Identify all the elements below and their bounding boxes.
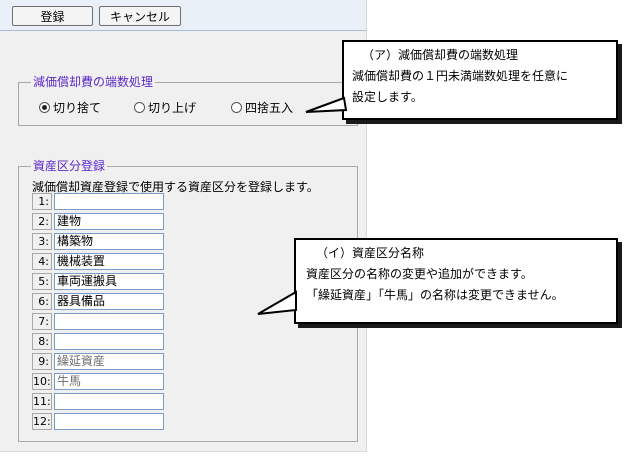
callout-asset-name-pointer [257, 290, 297, 315]
radio-round-half-up-label: 四捨五入 [245, 101, 294, 115]
asset-category-number: 1: [32, 193, 52, 210]
asset-category-row: 2: 建物 [32, 213, 164, 230]
radio-round-half-up[interactable]: 四捨五入 [231, 99, 293, 116]
asset-category-number: 8: [32, 333, 52, 350]
callout-rounding-line2: 設定します。 [352, 90, 423, 104]
radio-unselected-icon[interactable] [231, 102, 242, 113]
radio-round-up-label: 切り上げ [148, 101, 197, 115]
asset-category-row: 5: 車両運搬具 [32, 273, 164, 290]
asset-category-row: 7: [32, 313, 164, 330]
toolbar: 登録 キャンセル [0, 0, 366, 31]
asset-category-number: 11: [32, 393, 52, 410]
asset-category-name-field[interactable] [54, 393, 164, 410]
callout-asset-name-title: （イ）資産区分名称 [316, 246, 425, 260]
radio-round-up[interactable]: 切り上げ [134, 99, 196, 116]
asset-category-number: 10: [32, 373, 52, 390]
callout-rounding-pointer [305, 96, 348, 113]
asset-category-row: 3: 構築物 [32, 233, 164, 250]
asset-category-number: 7: [32, 313, 52, 330]
asset-category-row: 11: [32, 393, 164, 410]
register-button[interactable]: 登録 [12, 6, 93, 26]
radio-round-down[interactable]: 切り捨て [39, 99, 101, 116]
asset-category-row: 1: [32, 193, 164, 210]
asset-category-number: 2: [32, 213, 52, 230]
asset-category-number: 9: [32, 353, 52, 370]
asset-category-name-field[interactable]: 牛馬 [54, 373, 164, 390]
asset-category-name-field[interactable]: 車両運搬具 [54, 273, 164, 290]
asset-category-row: 4: 機械装置 [32, 253, 164, 270]
radio-unselected-icon[interactable] [134, 102, 145, 113]
callout-rounding-title: （ア）減価償却費の端数処理 [362, 48, 519, 62]
callout-rounding-line1: 減価償却費の１円未満端数処理を任意に [352, 69, 569, 83]
asset-category-number: 3: [32, 233, 52, 250]
asset-category-name-field[interactable]: 構築物 [54, 233, 164, 250]
asset-category-number: 12: [32, 413, 52, 430]
cancel-button[interactable]: キャンセル [99, 6, 181, 26]
asset-category-name-field[interactable] [54, 413, 164, 430]
asset-category-row: 9: 繰延資産 [32, 353, 164, 370]
asset-category-name-field[interactable]: 建物 [54, 213, 164, 230]
asset-category-row: 10: 牛馬 [32, 373, 164, 390]
asset-category-number: 5: [32, 273, 52, 290]
asset-category-number: 6: [32, 293, 52, 310]
callout-asset-name-line2: 「繰延資産」「牛馬」の名称は変更できません。 [306, 288, 564, 302]
asset-category-row: 6: 器具備品 [32, 293, 164, 310]
asset-category-name-field[interactable] [54, 193, 164, 210]
asset-category-row: 8: [32, 333, 164, 350]
settings-panel: 登録 キャンセル 減価償却費の端数処理 切り捨て 切り上げ 四捨五入 資産区分登… [0, 0, 367, 452]
asset-category-name-field[interactable] [54, 333, 164, 350]
callout-asset-name-line1: 資産区分の名称の変更や追加ができます。 [306, 267, 533, 281]
asset-category-name-field[interactable]: 機械装置 [54, 253, 164, 270]
asset-category-table: 1: 2: 建物 3: 構築物 4: 機械装置 5: 車両運搬具 6: 器具備品 7: 8: 9: 繰延資産… [32, 193, 164, 430]
callout-asset-name: （イ）資産区分名称 資産区分の名称の変更や追加ができます。 「繰延資産」「牛馬」… [294, 238, 618, 324]
asset-category-name-field[interactable]: 器具備品 [54, 293, 164, 310]
rounding-legend: 減価償却費の端数処理 [31, 75, 156, 89]
asset-category-name-field[interactable]: 繰延資産 [54, 353, 164, 370]
callout-rounding: （ア）減価償却費の端数処理 減価償却費の１円未満端数処理を任意に 設定します。 [342, 40, 618, 120]
radio-round-down-label: 切り捨て [53, 101, 102, 115]
radio-selected-icon[interactable] [39, 102, 50, 113]
asset-category-legend: 資産区分登録 [31, 159, 108, 173]
asset-category-name-field[interactable] [54, 313, 164, 330]
asset-category-number: 4: [32, 253, 52, 270]
asset-category-row: 12: [32, 413, 164, 430]
